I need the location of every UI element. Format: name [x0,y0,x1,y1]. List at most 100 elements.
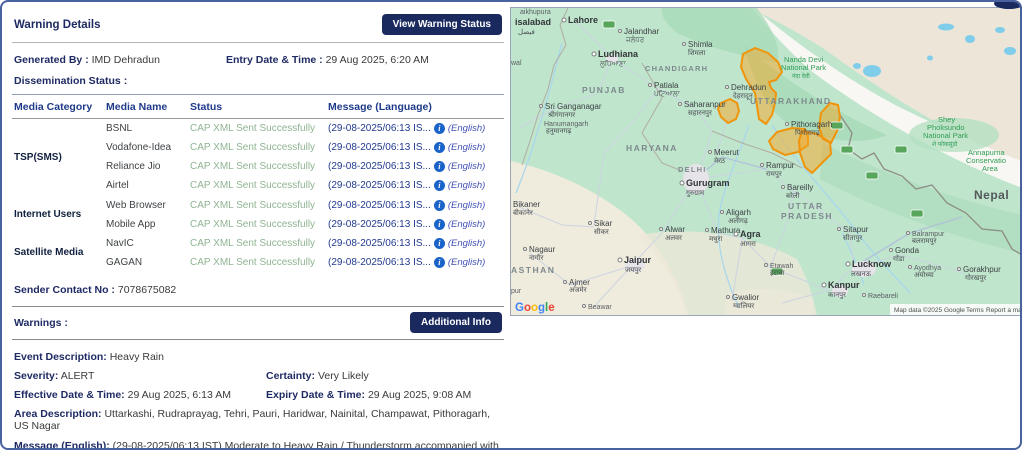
map-label: Gonda [895,246,920,255]
map-report-error-link[interactable]: Report a map error [986,307,1021,314]
map-label: National Park [923,131,968,140]
city-marker-dot [619,30,622,33]
dissemination-table: Media Category Media Name Status Message… [12,94,504,272]
info-icon[interactable]: i [434,257,445,268]
road-badge-icon [603,21,615,28]
media-name-cell: Vodafone-Idea [104,138,188,157]
map-label-script: अजमेर [569,285,587,294]
media-name-cell: Reliance Jio [104,157,188,176]
road-badge-icon [911,210,923,217]
map-label-script: सहारनपुर [688,110,712,117]
road-badge-icon [841,146,853,153]
map-label-script: ਪਟਿਆਲਾ [653,90,681,98]
info-icon[interactable]: i [434,200,445,211]
google-logo: Google [515,302,555,314]
media-name-cell: GAGAN [104,253,188,272]
map-label: Hanumangarh [544,121,588,128]
map-label: Lahore [568,15,598,25]
map-label: Etawah [770,263,793,270]
col-media-name: Media Name [104,95,188,119]
view-warning-status-button[interactable]: View Warning Status [382,14,502,35]
area-description: Area Description: Uttarkashi, Rudrapraya… [14,408,502,432]
sender-contact-label: Sender Contact No : [14,284,115,296]
table-row: Satellite MediaNavICCAP XML Sent Success… [12,234,504,253]
col-status: Status [188,95,326,119]
map-label: Raebareli [868,293,898,300]
city-marker-dot [562,18,566,22]
scroll-top-button[interactable] [994,0,1022,9]
map-label-script: ग्वालियर [733,301,754,310]
info-icon[interactable]: i [434,123,445,134]
col-media-category: Media Category [12,95,104,119]
table-row: TSP(SMS)BSNLCAP XML Sent Successfully(29… [12,119,504,139]
message-cell: (29-08-2025/06:13 IS...i(English) [326,234,504,253]
city-marker-dot [660,228,663,231]
map-label: Meerut [714,148,740,157]
city-marker-dot [540,105,543,108]
city-marker-dot [863,294,866,297]
road-badge-icon [895,146,907,153]
city-marker-dot [583,305,586,308]
entry-datetime-value: 29 Aug 2025, 6:20 AM [326,54,429,66]
map-label-script: ਜਲੰਧਰ [625,35,645,44]
message-text: (29-08-2025/06:13 IS... [328,238,431,249]
certainty: Certainty: Very Likely [266,370,369,382]
map-label: HARYANA [626,143,678,153]
map-label: Nepal [974,188,1009,202]
status-cell: CAP XML Sent Successfully [188,176,326,195]
map-label: Patiala [654,81,679,90]
map-terms-link[interactable]: Terms [966,307,984,314]
map-label: Ajmer [569,278,590,287]
info-icon[interactable]: i [434,219,445,230]
city-marker-dot [524,248,527,251]
map-label: Shimla [688,40,713,49]
map-label-script: ਲੁਧਿਆਣਾ [599,60,627,68]
message-cell: (29-08-2025/06:13 IS...i(English) [326,196,504,215]
info-icon[interactable]: i [434,142,445,153]
message-cell: (29-08-2025/06:13 IS...i(English) [326,253,504,272]
message-text: (29-08-2025/06:13 IS... [328,161,431,172]
generated-by-label: Generated By : [14,54,89,66]
map-label-script: शिमला [688,48,706,57]
dissemination-table-body: TSP(SMS)BSNLCAP XML Sent Successfully(29… [12,119,504,273]
city-marker-dot [564,281,567,284]
map-label: Gurugram [686,178,730,188]
map-label: Beawar [588,304,612,311]
map-label: aikhupura [520,9,551,16]
info-icon[interactable]: i [434,161,445,172]
map-label: UTTARAKHAND [750,96,832,106]
info-icon[interactable]: i [434,180,445,191]
map-label: PRADESH [781,211,833,221]
map-label-script: सीकर [594,227,609,236]
status-cell: CAP XML Sent Successfully [188,234,326,253]
additional-info-button[interactable]: Additional Info [410,312,502,333]
page-title: Warning Details [14,19,100,31]
map-label-script: हनुमानगढ़ [546,128,572,135]
media-name-cell: NavIC [104,234,188,253]
map-label: Sri Ganganagar [545,102,602,111]
map-label-script: श्रीगंगानगर [548,110,575,119]
city-marker-dot [838,228,841,231]
map-label-script: पिथौरागढ़ [795,128,821,137]
severity-certainty-row: Severity: ALERT Certainty: Very Likely [14,370,502,382]
expiry-datetime: Expiry Date & Time: 29 Aug 2025, 9:08 AM [266,389,471,401]
map-label-script: बरेली [786,191,800,200]
map-label-script: लखनऊ [851,271,871,278]
message-text: (29-08-2025/06:13 IS... [328,219,431,230]
map-label-script: इटावा [770,270,785,277]
map-label: Sitapur [843,225,869,234]
status-cell: CAP XML Sent Successfully [188,157,326,176]
event-description: Event Description: Heavy Rain [14,351,502,363]
city-marker-dot [721,211,724,214]
status-cell: CAP XML Sent Successfully [188,253,326,272]
message-text: (29-08-2025/06:13 IS... [328,257,431,268]
info-icon[interactable]: i [434,238,445,249]
effective-datetime: Effective Date & Time: 29 Aug 2025, 6:13… [14,389,266,401]
map-label: नंदा देवी [792,72,810,80]
message-text: (29-08-2025/06:13 IS... [328,181,431,192]
map-label: Alwar [665,225,685,234]
city-marker-dot [958,268,961,271]
generated-by: Generated By : IMD Dehradun [14,54,226,66]
warning-area-map[interactable]: aikhupuraisalabadفيصلLahorewalJalandharਜ… [510,7,1022,316]
city-marker-dot [822,283,826,287]
